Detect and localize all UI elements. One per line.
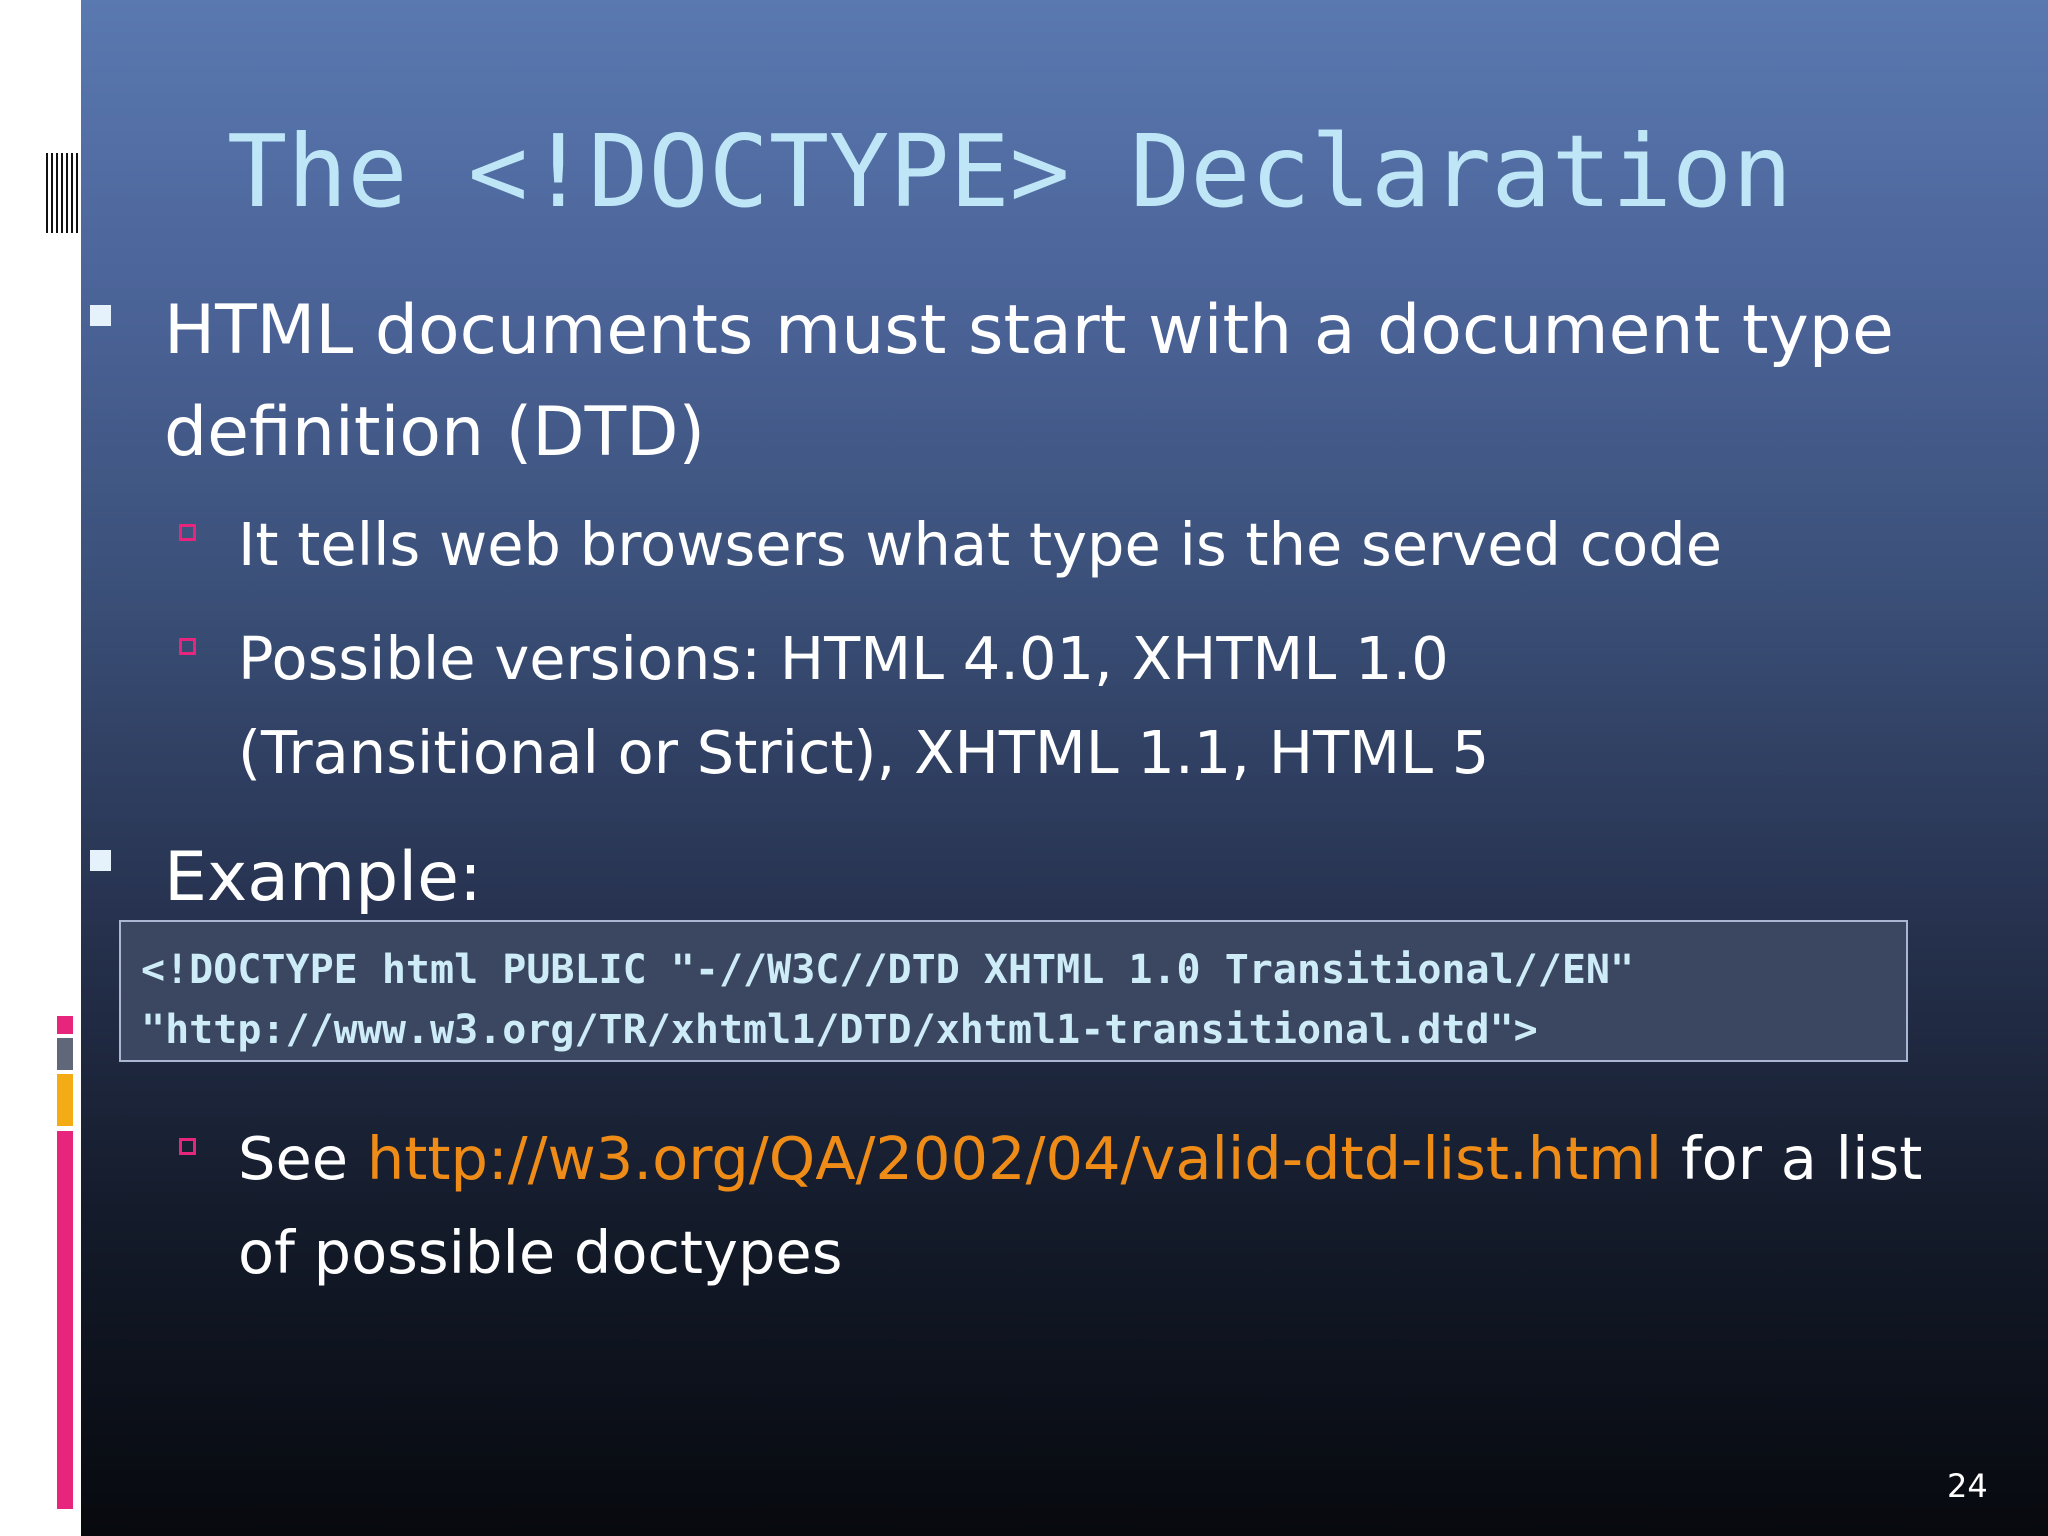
accent-bar-pink <box>57 1131 73 1509</box>
see-suffix: for a list <box>1662 1124 1923 1193</box>
slide-title: The <!DOCTYPE> Declaration <box>227 113 1793 230</box>
sub-bullet-see-list: See http://w3.org/QA/2002/04/valid-dtd-l… <box>238 1112 1922 1300</box>
bullet-doctype-requirement: HTML documents must start with a documen… <box>164 280 1894 484</box>
page-number: 24 <box>1947 1467 1988 1505</box>
code-line: <!DOCTYPE html PUBLIC "-//W3C//DTD XHTML… <box>141 947 1635 993</box>
code-line: "http://www.w3.org/TR/xhtml1/DTD/xhtml1-… <box>141 1007 1538 1053</box>
sub-bullet-browsers: It tells web browsers what type is the s… <box>238 510 1723 579</box>
bullet-line: definition (DTD) <box>164 393 706 472</box>
sub-bullet-line: Possible versions: HTML 4.01, XHTML 1.0 <box>238 624 1449 693</box>
bullet-square-icon <box>90 850 111 871</box>
left-decoration <box>0 0 81 1536</box>
code-example-box: <!DOCTYPE html PUBLIC "-//W3C//DTD XHTML… <box>119 920 1908 1062</box>
see-prefix: See <box>238 1124 367 1193</box>
bullet-square-icon <box>90 305 111 326</box>
dtd-list-link[interactable]: http://w3.org/QA/2002/04/valid-dtd-list.… <box>367 1124 1662 1193</box>
sub-bullet-square-icon <box>179 638 196 655</box>
stripe-pattern <box>46 153 81 233</box>
sub-bullet-square-icon <box>179 1138 196 1155</box>
sub-bullet-versions: Possible versions: HTML 4.01, XHTML 1.0 (… <box>238 612 1489 800</box>
sub-bullet-square-icon <box>179 524 196 541</box>
bullet-example: Example: <box>164 838 482 917</box>
accent-bar-gray <box>57 1038 73 1070</box>
bullet-line: HTML documents must start with a documen… <box>164 291 1894 370</box>
page: The <!DOCTYPE> Declaration HTML document… <box>0 0 2048 1536</box>
slide-content: The <!DOCTYPE> Declaration HTML document… <box>81 0 2048 1536</box>
sub-bullet-line: (Transitional or Strict), XHTML 1.1, HTM… <box>238 718 1490 787</box>
accent-bar-orange <box>57 1074 73 1126</box>
accent-bar-pink-small <box>57 1016 73 1034</box>
sub-bullet-line: of possible doctypes <box>238 1218 843 1287</box>
